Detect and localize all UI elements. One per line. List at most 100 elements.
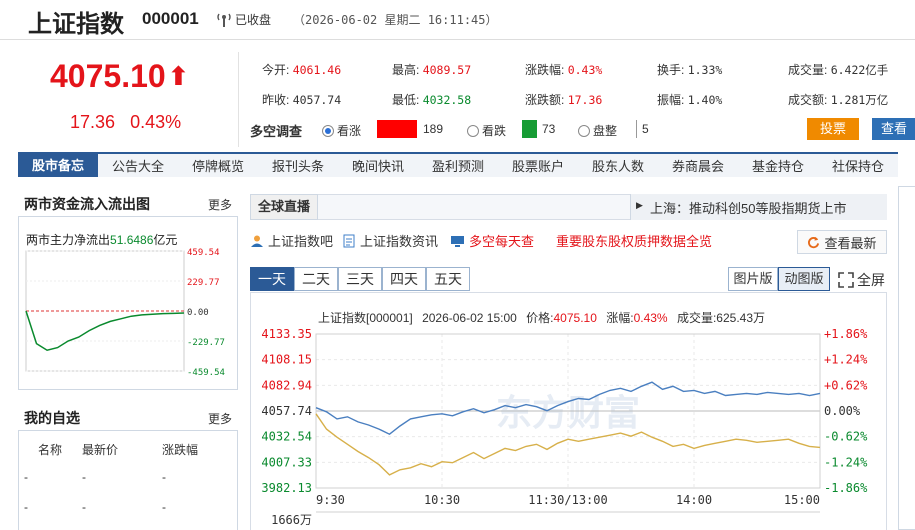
watch-cell: - [82, 500, 86, 514]
tab-2-day[interactable]: 二天 [294, 267, 338, 291]
latest-button[interactable]: 查看最新 [797, 230, 887, 254]
watch-header-price: 最新价 [82, 443, 119, 457]
document-icon [343, 234, 355, 247]
flow-tick-label: 0.00 [187, 308, 209, 318]
signal-icon [217, 13, 231, 27]
flow-tick-label: -229.77 [187, 338, 225, 348]
nav-memo-title[interactable]: 股市备忘 [18, 154, 98, 177]
dynamic-view-button[interactable]: 动图版 [778, 267, 830, 291]
stat-turnover-value: 1.33% [687, 63, 723, 77]
stat-amount-value: 17.36 [567, 93, 603, 107]
price-change: 17.36 0.43% [70, 112, 181, 133]
stat-value-value: 1.281万亿 [830, 93, 889, 107]
stat-value-label: 成交额: [788, 93, 828, 107]
tab-5-day[interactable]: 五天 [426, 267, 470, 291]
stat-amplitude: 振幅: 1.40% [657, 91, 722, 108]
watchlist-title: 我的自选 [24, 410, 80, 426]
memo-nav: 股市备忘 公告大全 停牌概览 报刊头条 晚间快讯 盈利预测 股票账户 股东人数 … [18, 152, 898, 177]
watch-cell: - [24, 500, 28, 514]
nav-item[interactable]: 股东人数 [578, 156, 658, 175]
flow-tick-label: -459.54 [187, 368, 225, 377]
radio-bull[interactable] [322, 124, 334, 137]
link-bar[interactable]: 上证指数吧 [250, 231, 333, 250]
flow-plot-area [25, 250, 185, 372]
nav-item[interactable]: 报刊头条 [258, 156, 338, 175]
y-tick-right: -1.86% [824, 481, 868, 495]
nav-item[interactable]: 停牌概览 [178, 156, 258, 175]
stat-turnover: 换手: 1.33% [657, 61, 722, 78]
link-news[interactable]: 上证指数资讯 [342, 231, 438, 250]
watch-cell: - [24, 470, 28, 484]
user-icon [251, 235, 263, 247]
tab-1-day[interactable]: 一天 [250, 267, 294, 291]
watch-cell: - [82, 470, 86, 484]
flow-net-label: 两市主力净流出51.6486亿元 [26, 231, 177, 248]
stat-amplitude-value: 1.40% [687, 93, 723, 107]
stat-open-label: 今开: [262, 63, 290, 77]
stat-turnover-value: 成交额: 1.281万亿 [788, 91, 888, 108]
up-arrow-icon: ⬆ [167, 61, 190, 91]
quote-time: （2026-06-02 星期二 16:11:45） [293, 13, 498, 27]
fullscreen-icon [838, 272, 854, 288]
nav-item[interactable]: 晚间快讯 [338, 156, 418, 175]
nav-item[interactable]: 公告大全 [98, 156, 178, 175]
view-poll-button[interactable]: 查看 [872, 118, 915, 140]
y-tick-right: +0.62% [824, 378, 868, 392]
image-view-button[interactable]: 图片版 [728, 267, 778, 291]
stat-prev-close-value: 4057.74 [292, 93, 342, 107]
tab-3-day[interactable]: 三天 [338, 267, 382, 291]
y-tick-left: 3982.13 [261, 481, 312, 495]
nav-item[interactable]: 基金持仓 [738, 156, 818, 175]
stat-low: 最低: 4032.58 [392, 91, 471, 108]
flow-panel-title: 两市资金流入流出图 [24, 196, 150, 212]
vote-button[interactable]: 投票 [807, 118, 859, 140]
poll-bear-count: 73 [542, 122, 556, 136]
link-daily-label: 多空每天查 [469, 234, 535, 249]
nav-item[interactable]: 社保持仓 [818, 156, 898, 175]
radio-flat[interactable] [578, 124, 590, 137]
tab-4-day[interactable]: 四天 [382, 267, 426, 291]
link-daily[interactable]: 多空每天查 [450, 231, 534, 250]
period-tabs: 一天 二天 三天 四天 五天 [250, 267, 470, 291]
x-tick-label: 11:30/13:00 [528, 493, 607, 507]
y-tick-left: 4133.35 [261, 327, 312, 341]
intraday-chart[interactable]: 东方财富4133.35 +1.86%4108.15 +1.24%4082.94 +0.… [250, 322, 887, 530]
stat-pct-value: 0.43% [567, 63, 603, 77]
fullscreen-button[interactable]: 全屏 [838, 270, 885, 290]
x-tick-label: 14:00 [676, 493, 712, 507]
fullscreen-label: 全屏 [857, 272, 885, 288]
stat-high: 最高: 4089.57 [392, 61, 471, 78]
poll-bear-option[interactable]: 看跌 [467, 122, 506, 139]
flow-tick-label: 229.77 [187, 278, 220, 288]
right-panel-edge [898, 186, 915, 530]
volume-tick-label: 1666万 [271, 513, 312, 527]
stat-pct: 涨跌幅: 0.43% [525, 61, 602, 78]
watch-header-change: 涨跌幅 [162, 443, 199, 457]
y-tick-left: 4057.74 [261, 404, 312, 418]
page-header: 上证指数 000001 已收盘 （2026-06-02 星期二 16:11:45… [0, 0, 915, 40]
link-bar-label: 上证指数吧 [268, 234, 334, 249]
flow-more-link[interactable]: 更多 [208, 196, 232, 213]
poll-bull-option[interactable]: 看涨 [322, 122, 361, 139]
caret-right-icon: ▶ [636, 200, 643, 210]
poll-flat-option[interactable]: 盘整 [578, 122, 617, 139]
watchlist-more-link[interactable]: 更多 [208, 410, 232, 427]
live-headline[interactable]: 上海：推动科创50等股指期货上市 [650, 198, 846, 217]
poll-flat-label: 盘整 [593, 124, 618, 138]
stat-high-value: 4089.57 [422, 63, 472, 77]
nav-item[interactable]: 盈利预测 [418, 156, 498, 175]
radio-bear[interactable] [467, 124, 479, 137]
stat-amount: 涨跌额: 17.36 [525, 91, 602, 108]
nav-item[interactable]: 股票账户 [498, 156, 578, 175]
monitor-icon [451, 235, 464, 247]
nav-item[interactable]: 券商晨会 [658, 156, 738, 175]
y-tick-right: -0.62% [824, 430, 868, 444]
watch-header-name: 名称 [38, 443, 63, 457]
stat-prev-close-label: 昨收: [262, 93, 290, 107]
flow-net-value: 51.6486 [110, 233, 154, 247]
poll-bull-bar [377, 120, 417, 138]
y-tick-left: 4108.15 [261, 353, 312, 367]
latest-button-label: 查看最新 [824, 235, 877, 251]
y-tick-right: +1.24% [824, 353, 868, 367]
link-pledge[interactable]: 重要股东股权质押数据全览 [556, 231, 712, 250]
